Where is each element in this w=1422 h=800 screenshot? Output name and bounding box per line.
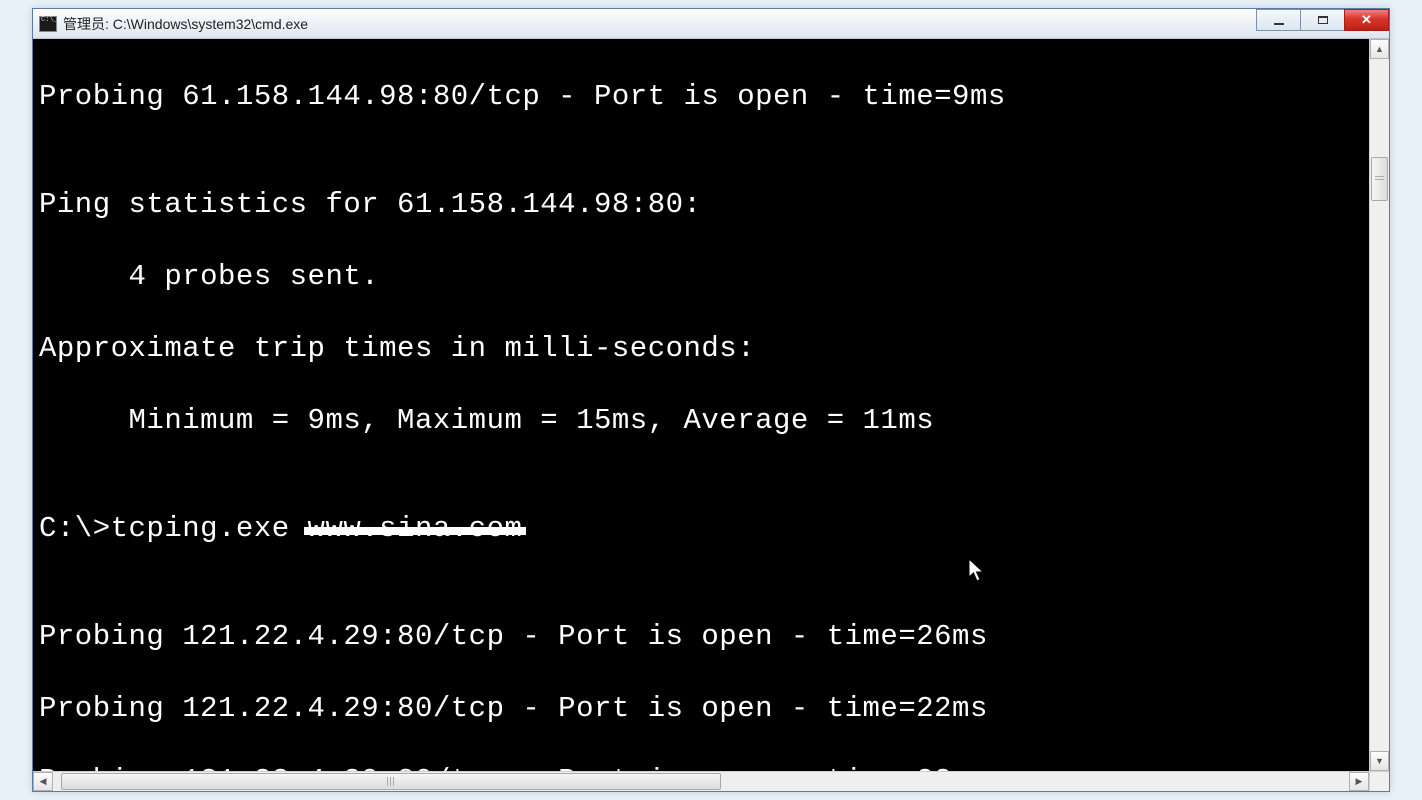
scroll-right-button[interactable]: ▶ [1349, 772, 1369, 791]
output-line: Ping statistics for 61.158.144.98:80: [39, 187, 1363, 223]
scroll-left-button[interactable]: ◀ [33, 772, 53, 791]
cmd-window: 管理员: C:\Windows\system32\cmd.exe Probing… [32, 8, 1390, 792]
minimize-button[interactable] [1256, 9, 1301, 31]
output-line: Approximate trip times in milli-seconds: [39, 331, 1363, 367]
prompt-prefix: C:\>tcping.exe [39, 512, 308, 545]
console-area: Probing 61.158.144.98:80/tcp - Port is o… [33, 39, 1389, 791]
maximize-icon [1318, 16, 1328, 24]
command-line: C:\>tcping.exe www.sina.com [39, 511, 1363, 547]
console-output[interactable]: Probing 61.158.144.98:80/tcp - Port is o… [33, 39, 1369, 791]
minimize-icon [1274, 22, 1284, 25]
output-line: Probing 61.158.144.98:80/tcp - Port is o… [39, 79, 1363, 115]
vertical-scroll-thumb[interactable] [1371, 157, 1388, 201]
cmd-icon [39, 16, 57, 32]
scroll-up-button[interactable]: ▲ [1370, 39, 1389, 59]
close-button[interactable] [1344, 9, 1389, 31]
scroll-corner [1369, 771, 1389, 791]
vertical-scroll-track[interactable] [1370, 59, 1389, 751]
output-line: Probing 121.22.4.29:80/tcp - Port is ope… [39, 619, 1363, 655]
scroll-down-button[interactable]: ▼ [1370, 751, 1389, 771]
close-icon [1361, 12, 1372, 28]
redacted-hostname: www.sina.com [308, 511, 523, 547]
maximize-button[interactable] [1300, 9, 1345, 31]
titlebar[interactable]: 管理员: C:\Windows\system32\cmd.exe [33, 9, 1389, 39]
vertical-scrollbar[interactable]: ▲ ▼ [1369, 39, 1389, 791]
output-line: Probing 121.22.4.29:80/tcp - Port is ope… [39, 691, 1363, 727]
window-controls [1257, 9, 1389, 31]
horizontal-scroll-track[interactable] [53, 772, 1349, 791]
horizontal-scroll-thumb[interactable] [61, 773, 721, 790]
output-line: Minimum = 9ms, Maximum = 15ms, Average =… [39, 403, 1363, 439]
horizontal-scrollbar[interactable]: ◀ ▶ [33, 771, 1369, 791]
output-line: 4 probes sent. [39, 259, 1363, 295]
window-title: 管理员: C:\Windows\system32\cmd.exe [63, 14, 308, 34]
